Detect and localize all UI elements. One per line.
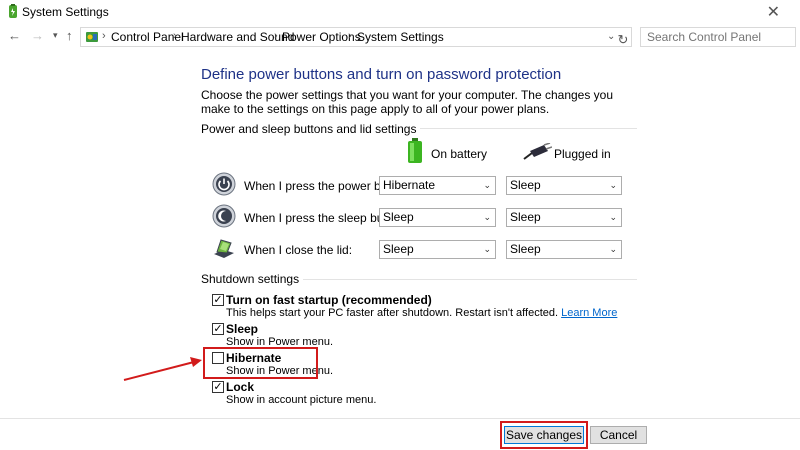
chevron-down-icon: ⌄	[609, 212, 617, 222]
sleep-label[interactable]: Sleep	[226, 322, 258, 336]
close-icon[interactable]: ✕	[767, 2, 780, 22]
laptop-lid-icon	[214, 239, 234, 258]
refresh-icon[interactable]: ↻	[615, 32, 631, 48]
select-value: Sleep	[383, 210, 414, 224]
lock-checkbox[interactable]: ✓	[212, 381, 224, 393]
select-value: Sleep	[510, 178, 541, 192]
breadcrumb-separator: ›	[102, 30, 106, 42]
power-button-plugged-select[interactable]: Sleep ⌄	[506, 176, 622, 195]
chevron-down-icon: ⌄	[483, 180, 491, 190]
breadcrumb-system-settings[interactable]: System Settings	[357, 30, 444, 44]
window-title: System Settings	[22, 5, 109, 19]
search-input[interactable]	[641, 28, 771, 46]
chevron-down-icon: ⌄	[609, 180, 617, 190]
control-panel-icon	[86, 32, 98, 42]
check-icon: ✓	[213, 294, 223, 306]
on-battery-header: On battery	[431, 147, 488, 161]
lock-label[interactable]: Lock	[226, 380, 254, 394]
battery-icon	[408, 138, 422, 163]
check-icon: ✓	[213, 381, 223, 393]
power-group-label: Power and sleep buttons and lid settings	[201, 122, 421, 136]
shutdown-group-label: Shutdown settings	[201, 272, 304, 286]
forward-icon[interactable]: →	[31, 28, 44, 43]
title-bar: System Settings ✕	[0, 0, 800, 24]
plugged-in-header: Plugged in	[554, 147, 611, 161]
breadcrumb-separator: ›	[274, 30, 278, 42]
chevron-down-icon: ⌄	[609, 244, 617, 254]
lid-close-plugged-select[interactable]: Sleep ⌄	[506, 240, 622, 259]
button-bar	[0, 418, 800, 450]
sleep-checkbox[interactable]: ✓	[212, 323, 224, 335]
sleep-button-plugged-select[interactable]: Sleep ⌄	[506, 208, 622, 227]
search-box[interactable]	[640, 27, 796, 47]
learn-more-link[interactable]: Learn More	[561, 307, 617, 319]
fast-startup-desc: This helps start your PC faster after sh…	[226, 307, 617, 319]
lid-close-label: When I close the lid:	[244, 243, 353, 257]
annotation-arrow-icon	[123, 357, 202, 381]
select-value: Sleep	[510, 210, 541, 224]
up-icon[interactable]: ↑	[66, 28, 73, 43]
chevron-down-icon: ⌄	[483, 244, 491, 254]
page-title: Define power buttons and turn on passwor…	[201, 66, 562, 83]
fast-startup-desc-text: This helps start your PC faster after sh…	[226, 307, 562, 319]
back-icon[interactable]: ←	[8, 28, 21, 43]
power-button-battery-select[interactable]: Hibernate ⌄	[379, 176, 496, 195]
hibernate-highlight-box	[203, 347, 318, 379]
power-options-icon	[9, 4, 17, 18]
address-bar[interactable]: › Control Panel › Hardware and Sound › P…	[80, 27, 632, 47]
breadcrumb-separator: ›	[173, 30, 177, 42]
lock-desc: Show in account picture menu.	[226, 394, 377, 406]
select-value: Hibernate	[383, 178, 436, 192]
fast-startup-checkbox[interactable]: ✓	[212, 294, 224, 306]
power-button-icon	[212, 172, 236, 196]
sleep-button-battery-select[interactable]: Sleep ⌄	[379, 208, 496, 227]
sleep-button-icon	[212, 204, 236, 228]
recent-locations-icon[interactable]: ▾	[53, 30, 58, 41]
page-description: Choose the power settings that you want …	[201, 88, 614, 116]
fast-startup-label[interactable]: Turn on fast startup (recommended)	[226, 293, 432, 307]
save-highlight-box	[500, 421, 588, 449]
breadcrumb-separator: ›	[348, 30, 352, 42]
lid-close-battery-select[interactable]: Sleep ⌄	[379, 240, 496, 259]
chevron-down-icon: ⌄	[483, 212, 491, 222]
power-plug-icon	[523, 143, 552, 160]
select-value: Sleep	[510, 242, 541, 256]
select-value: Sleep	[383, 242, 414, 256]
cancel-button[interactable]: Cancel	[590, 426, 647, 444]
check-icon: ✓	[213, 323, 223, 335]
